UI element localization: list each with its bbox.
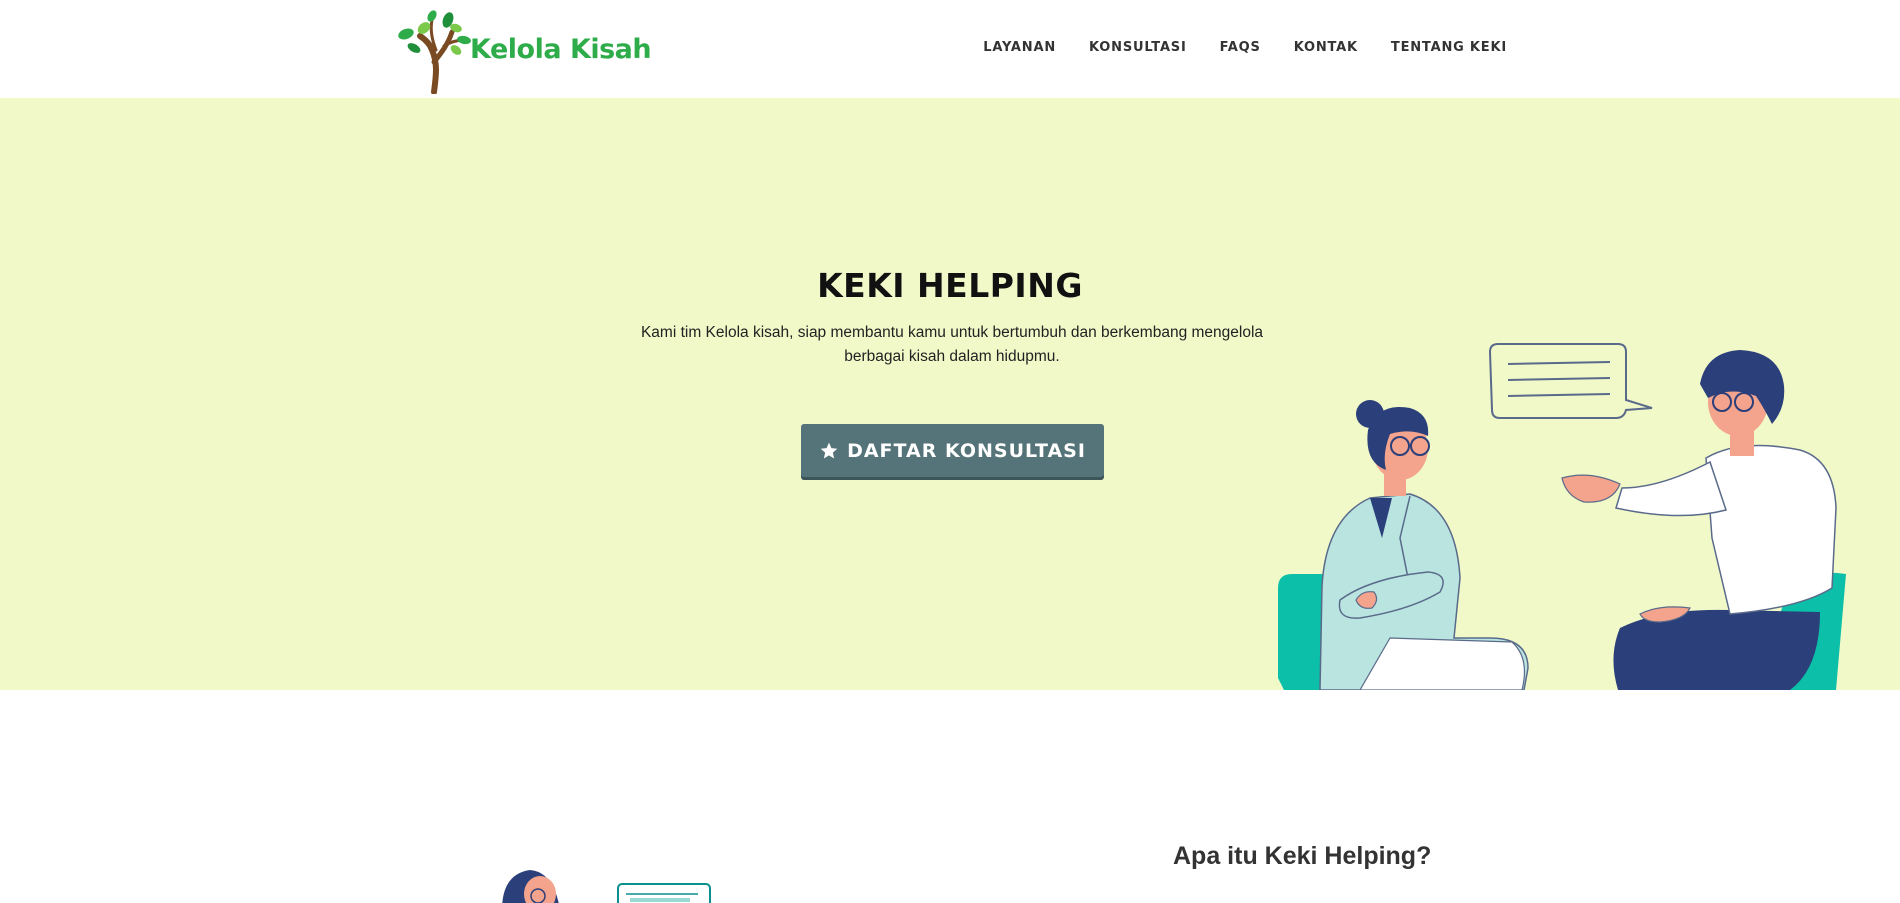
hero-title: KEKI HELPING bbox=[817, 266, 1083, 305]
nav-item-kontak[interactable]: KONTAK bbox=[1294, 40, 1358, 55]
main-nav: LAYANAN KONSULTASI FAQS KONTAK TENTANG K… bbox=[950, 40, 1507, 55]
about-section: Apa itu Keki Helping? bbox=[0, 690, 1900, 903]
person-illustration bbox=[502, 870, 711, 903]
nav-item-layanan[interactable]: LAYANAN bbox=[983, 40, 1056, 55]
hero-section: KEKI HELPING Kami tim Kelola kisah, siap… bbox=[0, 98, 1900, 690]
cta-label: DAFTAR KONSULTASI bbox=[847, 439, 1086, 462]
daftar-konsultasi-button[interactable]: DAFTAR KONSULTASI bbox=[801, 424, 1104, 477]
nav-item-faqs[interactable]: FAQS bbox=[1220, 40, 1261, 55]
consultation-illustration bbox=[1278, 343, 1846, 690]
hero-description: Kami tim Kelola kisah, siap membantu kam… bbox=[640, 324, 1264, 365]
nav-item-tentang-keki[interactable]: TENTANG KEKI bbox=[1391, 40, 1507, 55]
logo-text[interactable]: Kelola Kisah bbox=[470, 34, 652, 65]
nav-item-konsultasi[interactable]: KONSULTASI bbox=[1089, 40, 1187, 55]
site-header: Kelola Kisah LAYANAN KONSULTASI FAQS KON… bbox=[0, 0, 1900, 98]
star-icon bbox=[820, 442, 838, 458]
about-title: Apa itu Keki Helping? bbox=[1173, 842, 1432, 870]
